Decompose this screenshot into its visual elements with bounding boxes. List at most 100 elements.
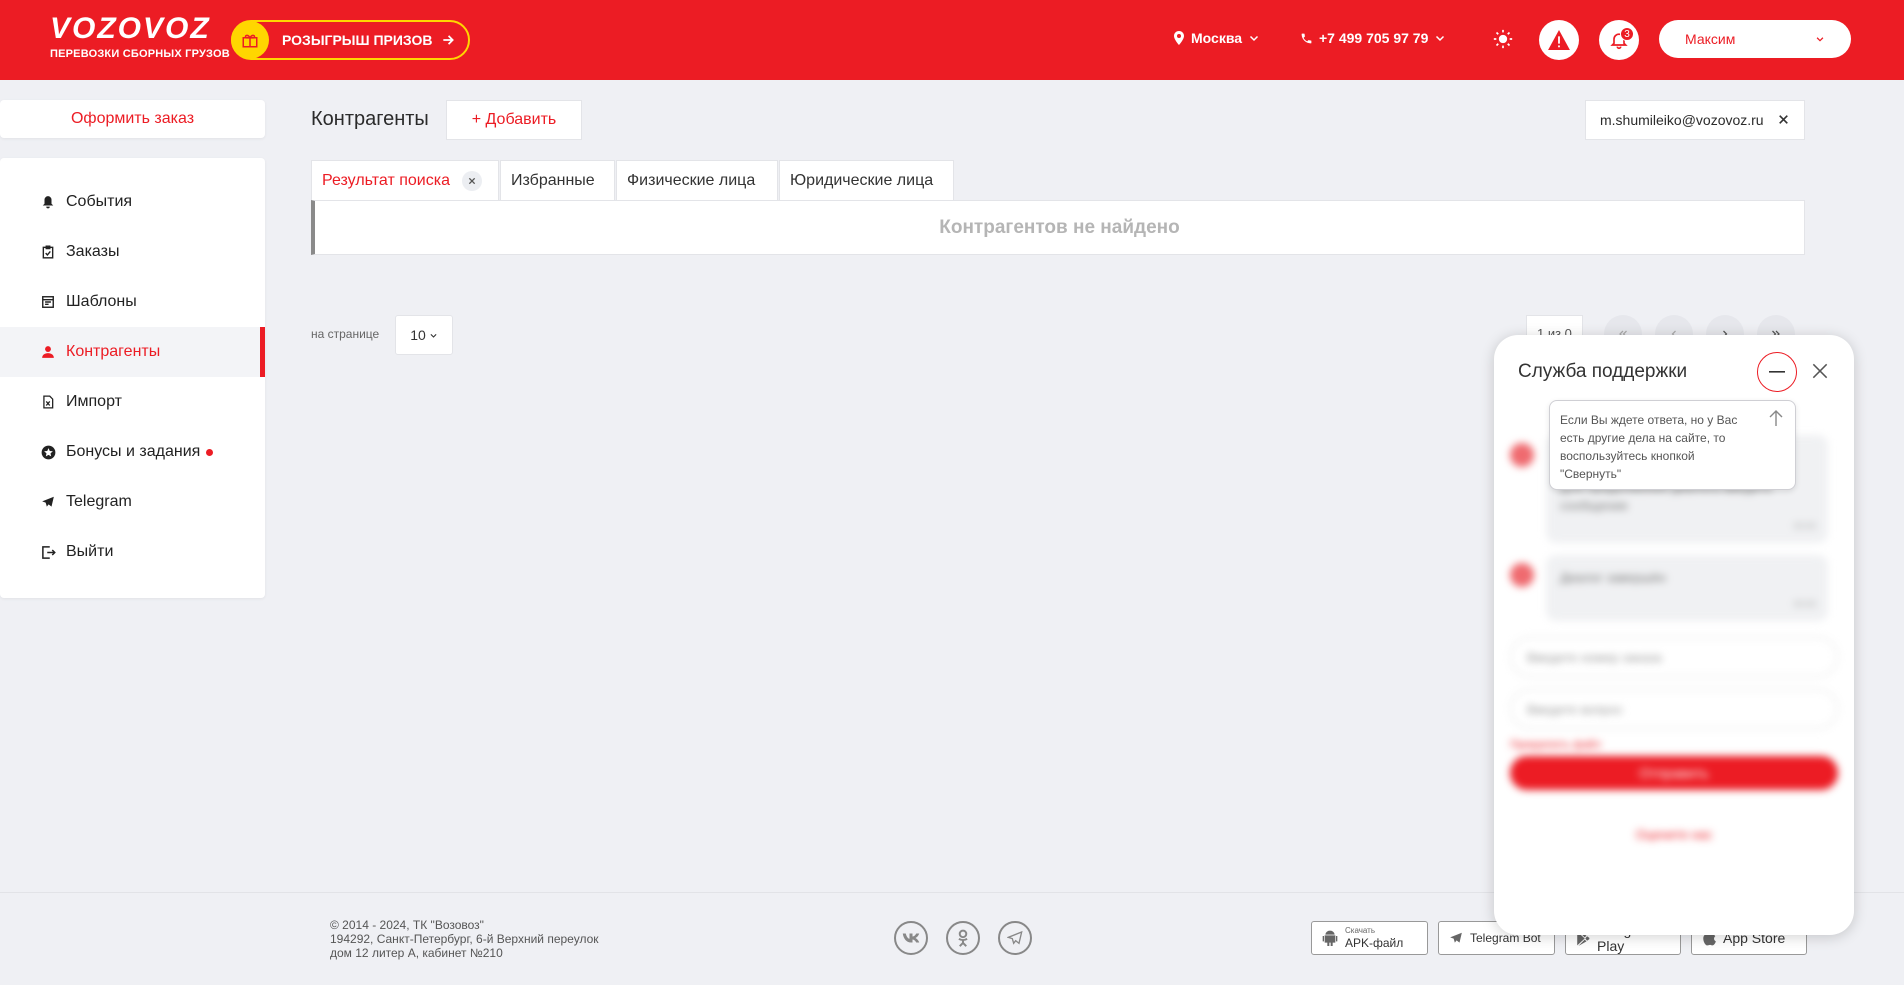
close-button[interactable] [1810, 361, 1830, 381]
sidebar-item-import[interactable]: Импорт [0, 377, 265, 427]
search-input[interactable] [1600, 112, 1764, 128]
minimize-tooltip: Если Вы ждете ответа, но у Вас есть друг… [1549, 400, 1796, 490]
address-line: дом 12 литер А, кабинет №210 [330, 946, 503, 960]
tab-legal-entities[interactable]: Юридические лица [779, 160, 954, 200]
notifications-badge: 3 [1620, 27, 1634, 41]
person-icon [40, 344, 56, 360]
minimize-button[interactable] [1757, 352, 1797, 392]
sidebar: События Заказы Шаблоны Контрагенты Импор… [0, 158, 265, 598]
counterparty-tabs: Результат поиска Избранные Физические ли… [311, 160, 955, 200]
sidebar-item-templates[interactable]: Шаблоны [0, 277, 265, 327]
phone-icon [1300, 32, 1313, 45]
arrow-up-icon [1769, 409, 1783, 427]
telegram-icon[interactable] [998, 921, 1032, 955]
sidebar-item-events[interactable]: События [0, 177, 265, 227]
telegram-icon [40, 494, 56, 510]
sidebar-item-label: Контрагенты [66, 343, 161, 360]
location-pin-icon [1173, 31, 1185, 45]
sidebar-item-label: Выйти [66, 543, 114, 560]
sun-icon [1493, 29, 1513, 49]
attach-file-link[interactable]: Прикрепить файл [1510, 739, 1601, 751]
footer-copyright: © 2014 - 2024, ТК "Возовоз" 194292, Санк… [330, 918, 599, 960]
page-title: Контрагенты [311, 108, 429, 130]
vk-icon[interactable] [894, 921, 928, 955]
apk-label: APK-файл [1345, 936, 1404, 950]
clear-icon[interactable] [1777, 113, 1790, 126]
logo[interactable]: VOZOVOZ ПЕРЕВОЗКИ СБОРНЫХ ГРУЗОВ [50, 12, 230, 61]
empty-result-message: Контрагентов не найдено [311, 200, 1805, 255]
tab-label: Результат поиска [322, 171, 450, 189]
per-page-label: на странице [311, 327, 380, 341]
copyright-line: © 2014 - 2024, ТК "Возовоз" [330, 918, 484, 932]
chat-message: Диалог завершён 00:00 [1546, 555, 1828, 621]
sidebar-item-bonuses[interactable]: Бонусы и задания [0, 427, 265, 477]
telegram-icon [1449, 931, 1463, 945]
send-button[interactable]: Отправить [1510, 756, 1838, 790]
rate-link[interactable]: Оцените нас [1494, 827, 1854, 842]
question-input[interactable]: Введите вопрос [1510, 689, 1838, 729]
sidebar-item-label: Импорт [66, 393, 122, 410]
order-number-input[interactable]: Введите номер заказа [1510, 637, 1838, 677]
search-field[interactable] [1585, 100, 1805, 140]
phone-label: +7 499 705 97 79 [1319, 30, 1429, 46]
tab-search-result[interactable]: Результат поиска [311, 160, 499, 200]
sidebar-item-label: Telegram [66, 493, 132, 510]
message-time: 00:00 [1793, 521, 1816, 531]
per-page-value: 10 [410, 327, 426, 343]
clipboard-icon [40, 244, 56, 260]
arrow-right-icon [441, 33, 455, 47]
logo-text: VOZOVOZ [50, 12, 211, 45]
notifications-button[interactable]: 3 [1599, 20, 1639, 60]
address-line: 194292, Санкт-Петербург, 6-й Верхний пер… [330, 932, 599, 946]
alert-button[interactable] [1539, 20, 1579, 60]
close-icon [1810, 361, 1830, 381]
sidebar-item-logout[interactable]: Выйти [0, 527, 265, 577]
android-icon [1322, 929, 1338, 947]
star-icon [40, 444, 56, 460]
top-header: VOZOVOZ ПЕРЕВОЗКИ СБОРНЫХ ГРУЗОВ РОЗЫГРЫ… [0, 0, 1904, 80]
apk-download-button[interactable]: Скачать APK-файл [1311, 921, 1428, 955]
warning-icon [1548, 30, 1570, 50]
tooltip-text: Если Вы ждете ответа, но у Вас есть друг… [1560, 413, 1738, 481]
bell-icon [40, 194, 56, 210]
chevron-down-icon [429, 331, 438, 340]
message-text: Диалог завершён [1560, 570, 1666, 585]
sidebar-item-label: Бонусы и задания [66, 443, 201, 460]
gift-icon [231, 21, 269, 59]
sidebar-item-telegram[interactable]: Telegram [0, 477, 265, 527]
sidebar-item-orders[interactable]: Заказы [0, 227, 265, 277]
excel-icon [40, 394, 56, 410]
message-time: 00:00 [1793, 599, 1816, 609]
sidebar-item-counterparties[interactable]: Контрагенты [0, 327, 265, 377]
template-icon [40, 294, 56, 310]
avatar [1510, 443, 1534, 467]
sidebar-item-label: Заказы [66, 243, 120, 260]
user-name: Максим [1685, 31, 1736, 47]
city-selector[interactable]: Москва [1173, 30, 1260, 46]
create-order-button[interactable]: Оформить заказ [0, 100, 265, 138]
add-counterparty-button[interactable]: + Добавить [446, 100, 582, 140]
user-menu[interactable]: Максим [1659, 20, 1851, 58]
tab-individuals[interactable]: Физические лица [616, 160, 778, 200]
per-page-select[interactable]: 10 [395, 315, 453, 355]
close-icon[interactable] [461, 170, 482, 191]
apk-small-label: Скачать [1345, 926, 1375, 935]
sidebar-item-label: События [66, 193, 133, 210]
sidebar-item-label: Шаблоны [66, 293, 137, 310]
odnoklassniki-icon[interactable] [946, 921, 980, 955]
minus-icon [1769, 370, 1785, 374]
logout-icon [40, 544, 56, 560]
chevron-down-icon [1248, 32, 1260, 44]
promo-label: РОЗЫГРЫШ ПРИЗОВ [282, 32, 433, 48]
theme-toggle[interactable] [1493, 29, 1513, 49]
phone-selector[interactable]: +7 499 705 97 79 [1300, 30, 1446, 46]
logo-subtitle: ПЕРЕВОЗКИ СБОРНЫХ ГРУЗОВ [50, 48, 230, 60]
tab-favorites[interactable]: Избранные [500, 160, 615, 200]
social-links [894, 921, 1032, 955]
promo-button[interactable]: РОЗЫГРЫШ ПРИЗОВ [231, 20, 470, 60]
city-label: Москва [1191, 30, 1243, 46]
avatar [1510, 563, 1534, 587]
support-chat-panel: Служба поддержки Для продолжения диалога… [1494, 335, 1854, 935]
chevron-down-icon [1815, 34, 1825, 44]
chevron-down-icon [1434, 32, 1446, 44]
